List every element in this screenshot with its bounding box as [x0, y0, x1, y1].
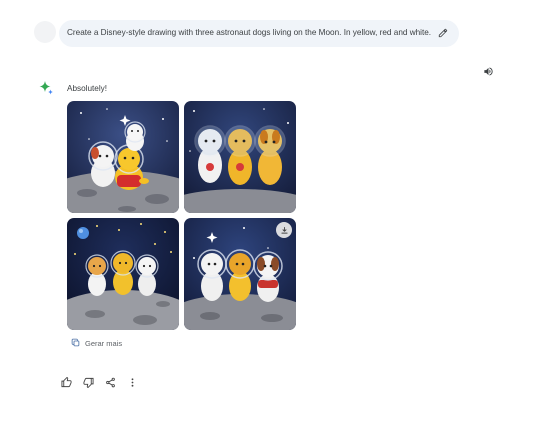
user-avatar — [34, 21, 56, 43]
thumbs-up-icon[interactable] — [59, 375, 73, 389]
download-icon[interactable] — [276, 222, 292, 238]
speaker-icon[interactable] — [481, 64, 496, 79]
generated-image-grid — [67, 101, 296, 330]
more-vertical-icon[interactable] — [125, 375, 139, 389]
gemini-sparkle-icon — [38, 80, 54, 96]
pencil-icon[interactable] — [436, 26, 450, 40]
generated-image-3[interactable] — [67, 218, 179, 330]
generated-image-4[interactable] — [184, 218, 296, 330]
thumbs-down-icon[interactable] — [81, 375, 95, 389]
user-prompt-bubble: Create a Disney-style drawing with three… — [59, 20, 459, 47]
generated-image-2[interactable] — [184, 101, 296, 213]
share-icon[interactable] — [103, 375, 117, 389]
generate-more-label: Gerar mais — [85, 338, 123, 348]
user-prompt-text: Create a Disney-style drawing with three… — [67, 28, 432, 37]
image-grid-icon — [71, 334, 80, 352]
generated-image-1[interactable] — [67, 101, 179, 213]
assistant-reply: Absolutely! — [67, 84, 108, 93]
generate-more-button[interactable]: Gerar mais — [71, 337, 122, 349]
